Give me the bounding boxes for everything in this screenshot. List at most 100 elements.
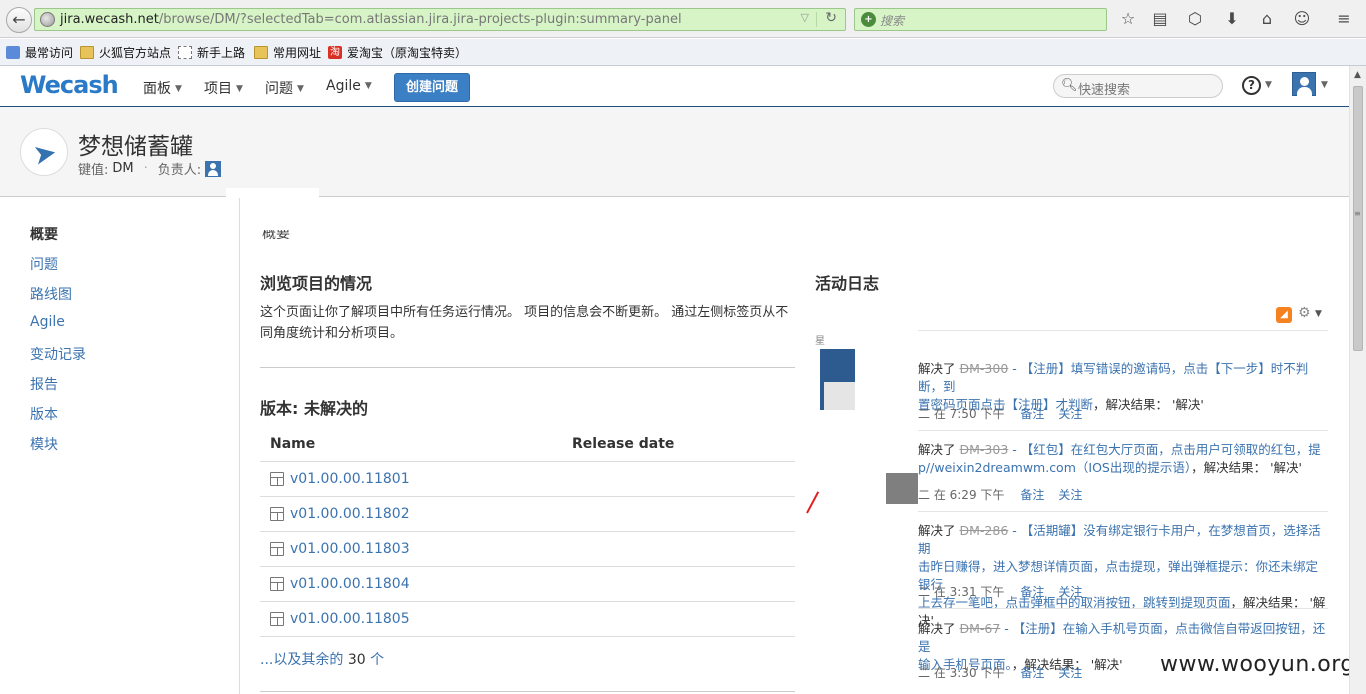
clipped-label: 星	[815, 336, 825, 347]
watermark: www.wooyun.org	[1160, 652, 1355, 677]
project-header: ➤ 梦想储蓄罐 键值: DM · 负责人:	[0, 107, 1349, 197]
divider	[260, 691, 795, 692]
sidebar-item-roadmap[interactable]: 路线图	[30, 284, 72, 304]
dashed-box-icon	[178, 46, 192, 59]
url-text: jira.wecash.net/browse/DM/?selectedTab=c…	[60, 12, 682, 27]
blue-square-icon	[6, 46, 20, 59]
folder-icon	[80, 46, 94, 59]
scroll-grip-icon: ≡	[1354, 209, 1361, 218]
app-header: Wecash 面板 ▼ 项目 ▼ 问题 ▼ Agile ▼ 创建问题 🔍︎ 快速搜索 ?…	[0, 66, 1349, 107]
project-key: DM	[112, 161, 134, 176]
caret-down-icon: ▼	[297, 84, 304, 94]
project-sidebar: 概要 问题 路线图 Agile 变动记录 报告 版本 模块	[0, 198, 240, 694]
nav-projects[interactable]: 项目 ▼	[204, 78, 243, 98]
lead-avatar-icon[interactable]	[205, 160, 222, 177]
activity-meta: 二 在 7:50 下午 备注 关注	[918, 407, 1083, 421]
reload-icon[interactable]: ↻	[825, 10, 837, 26]
watch-link[interactable]: 关注	[1058, 585, 1082, 599]
version-link[interactable]: v01.00.00.11804	[270, 576, 410, 592]
divider	[918, 330, 1328, 331]
bookmarks-bar: 最常访问 火狐官方站点 新手上路 常用网址 淘爱淘宝（原淘宝特卖）	[0, 39, 1366, 66]
page-scrollbar[interactable]: ▲ ≡	[1349, 66, 1366, 694]
scroll-thumb[interactable]	[1353, 86, 1363, 351]
menu-icon[interactable]: ≡	[1334, 9, 1354, 29]
activity-entry: 解决了 DM-303 - 【红包】在红包大厅页面，点击用户可领取的红包，提 p/…	[918, 442, 1321, 475]
sidebar-item-issues[interactable]: 问题	[30, 254, 58, 274]
create-issue-button[interactable]: 创建问题	[394, 73, 470, 102]
gear-icon[interactable]: ⚙	[1298, 305, 1311, 321]
bookmark-item[interactable]: 常用网址	[254, 44, 321, 61]
issue-summary-link[interactable]: - 【红包】在红包大厅页面，点击用户可领取的红包，提	[1008, 442, 1321, 457]
sidebar-item-components[interactable]: 模块	[30, 434, 58, 454]
sidebar-item-versions[interactable]: 版本	[30, 404, 58, 424]
more-versions-link[interactable]: ...以及其余的 30 个	[260, 649, 384, 669]
issue-key-link[interactable]: DM-67	[960, 621, 1001, 636]
version-link[interactable]: v01.00.00.11803	[270, 541, 410, 557]
version-link[interactable]: v01.00.00.11801	[270, 471, 410, 487]
bookmark-item[interactable]: 最常访问	[6, 44, 73, 61]
project-avatar[interactable]: ➤	[20, 128, 68, 176]
comment-link[interactable]: 备注	[1020, 585, 1044, 599]
scroll-up-icon[interactable]: ▲	[1354, 70, 1361, 80]
pocket-icon[interactable]: ⬡	[1185, 9, 1205, 29]
divider	[918, 511, 1328, 512]
caret-down-icon[interactable]: ▼	[1315, 309, 1322, 319]
version-link[interactable]: v01.00.00.11805	[270, 611, 410, 627]
sidebar-item-agile[interactable]: Agile	[30, 314, 65, 330]
package-icon	[270, 472, 284, 486]
issue-summary-link[interactable]: p//weixin2dreamwm.com（IOS出现的提示语）	[918, 460, 1191, 475]
divider	[918, 430, 1328, 431]
table-row: v01.00.00.11805	[260, 601, 795, 636]
download-icon[interactable]: ⬇	[1222, 9, 1242, 29]
project-meta: 键值: DM · 负责人:	[78, 159, 222, 178]
version-link[interactable]: v01.00.00.11802	[270, 506, 410, 522]
comment-link[interactable]: 备注	[1020, 488, 1044, 502]
annotation-mark	[806, 491, 820, 514]
back-arrow-icon[interactable]: ←	[6, 7, 32, 33]
package-icon	[270, 542, 284, 556]
nav-issues[interactable]: 问题 ▼	[265, 78, 304, 98]
watch-link[interactable]: 关注	[1058, 407, 1082, 421]
search-engine-icon[interactable]: +	[861, 12, 876, 27]
watch-link[interactable]: 关注	[1058, 488, 1082, 502]
comment-link[interactable]: 备注	[1020, 666, 1044, 680]
browser-search-input[interactable]: + 搜索	[854, 8, 1107, 31]
home-icon[interactable]: ⌂	[1257, 9, 1277, 29]
bookmark-item[interactable]: 新手上路	[178, 44, 245, 61]
url-bar[interactable]: jira.wecash.net/browse/DM/?selectedTab=c…	[34, 8, 846, 31]
caret-down-icon[interactable]: ▼	[1321, 80, 1328, 90]
issue-key-link[interactable]: DM-300	[960, 361, 1009, 376]
folder-icon	[254, 46, 268, 59]
bookmark-star-icon[interactable]: ☆	[1118, 9, 1138, 29]
bookmark-item[interactable]: 火狐官方站点	[80, 44, 171, 61]
activity-meta: 二 在 6:29 下午 备注 关注	[918, 488, 1083, 502]
search-icon: 🔍︎	[1061, 78, 1078, 93]
wecash-logo[interactable]: Wecash	[20, 71, 119, 99]
column-header-name: Name	[270, 436, 316, 452]
nav-dashboards[interactable]: 面板 ▼	[143, 78, 182, 98]
sidebar-item-summary[interactable]: 概要	[30, 224, 58, 244]
chat-icon[interactable]: ☺	[1292, 9, 1312, 29]
caret-down-icon[interactable]: ▼	[1265, 80, 1272, 90]
help-icon[interactable]: ?	[1242, 76, 1261, 95]
quick-search-placeholder: 快速搜索	[1078, 83, 1131, 98]
rss-icon[interactable]: ◢	[1276, 307, 1292, 323]
sidebar-item-changelog[interactable]: 变动记录	[30, 344, 86, 364]
issue-key-link[interactable]: DM-286	[960, 523, 1009, 538]
nav-agile[interactable]: Agile ▼	[326, 78, 372, 94]
versions-title: 版本: 未解决的	[260, 399, 368, 418]
bookmarks-list-icon[interactable]: ▤	[1150, 9, 1170, 29]
bookmark-item[interactable]: 淘爱淘宝（原淘宝特卖）	[328, 44, 467, 61]
quick-search-input[interactable]: 🔍︎ 快速搜索	[1053, 74, 1223, 98]
user-avatar-icon[interactable]	[1292, 72, 1316, 96]
project-title[interactable]: 梦想储蓄罐	[78, 127, 193, 161]
browser-toolbar: ← jira.wecash.net/browse/DM/?selectedTab…	[0, 0, 1366, 38]
intro-text: 这个页面让你了解项目中所有任务运行情况。 项目的信息会不断更新。 通过左侧标签页…	[260, 305, 789, 341]
watch-link[interactable]: 关注	[1058, 666, 1082, 680]
table-row: v01.00.00.11804	[260, 566, 795, 601]
table-row: v01.00.00.11802	[260, 496, 795, 531]
comment-link[interactable]: 备注	[1020, 407, 1044, 421]
url-dropdown-icon[interactable]: ▽	[801, 11, 809, 24]
issue-key-link[interactable]: DM-303	[960, 442, 1009, 457]
sidebar-item-reports[interactable]: 报告	[30, 374, 58, 394]
